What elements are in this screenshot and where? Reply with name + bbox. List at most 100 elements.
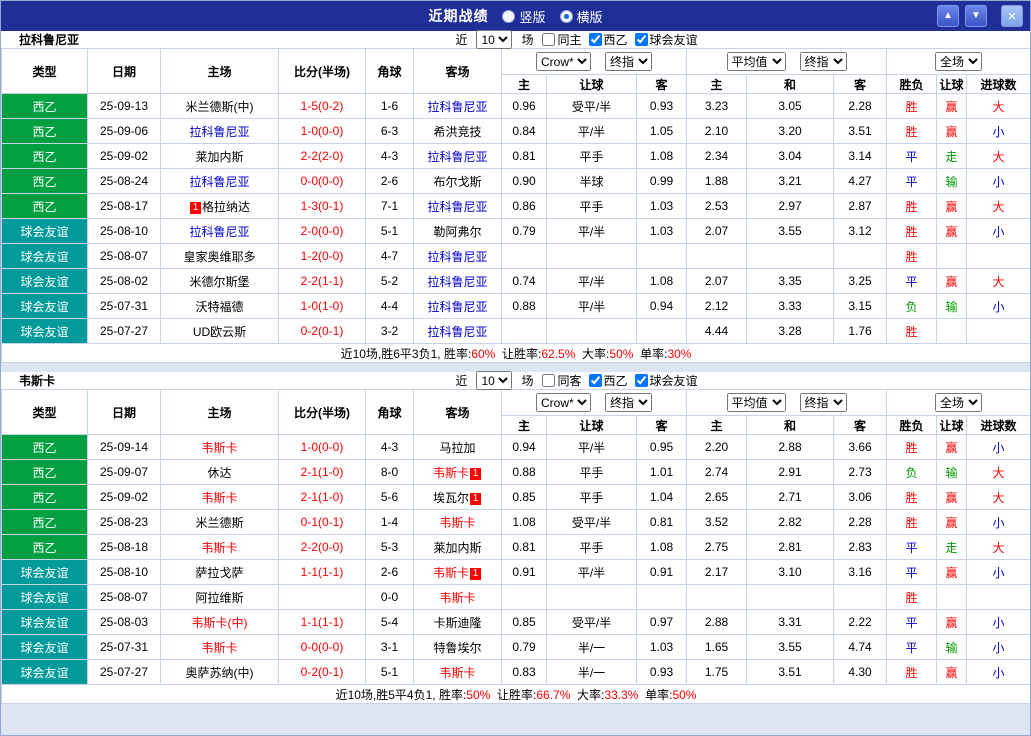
team-link[interactable]: 拉科鲁尼亚 [189, 175, 249, 189]
match-date: 25-08-18 [87, 534, 161, 560]
move-down-button[interactable]: ▼ [965, 5, 987, 27]
team-link[interactable]: 莱加内斯 [195, 150, 243, 164]
team-link[interactable]: 布尔戈斯 [433, 175, 481, 189]
odds-time-select[interactable]: 终指 [605, 393, 653, 412]
avg-odds-cell: 2.28 [833, 93, 888, 119]
odds-cell: 1.08 [635, 143, 688, 169]
team-link[interactable]: 马拉加 [439, 441, 475, 455]
same-venue-checkbox[interactable]: 同客 [542, 372, 582, 389]
layout-radio-vertical[interactable]: 竖版 [502, 7, 546, 26]
team-link[interactable]: 韦斯卡 [433, 566, 469, 580]
result-cell: 赢 [936, 218, 968, 244]
sub-header: 胜负 [886, 74, 938, 94]
team-link[interactable]: 阿拉维斯 [195, 591, 243, 605]
summary-part: 近10场,胜6平3负1, 胜率: [340, 346, 472, 361]
team-link[interactable]: 莱加内斯 [433, 541, 481, 555]
odds-cell [546, 243, 637, 269]
team-link[interactable]: 拉科鲁尼亚 [427, 200, 487, 214]
team-link[interactable]: 拉科鲁尼亚 [427, 150, 487, 164]
league-checkbox-input[interactable] [588, 374, 602, 387]
corner-cell: 3-2 [365, 318, 414, 344]
summary-part: 60% [471, 346, 496, 361]
friendly-checkbox-input[interactable] [634, 33, 648, 46]
league-checkbox[interactable]: 西乙 [588, 31, 628, 48]
match-row: 球会友谊 25-08-07 皇家奥维耶多 1-2(0-0) 4-7 拉科鲁尼亚 胜 [1, 243, 1030, 269]
league-type-badge: 西乙 [1, 534, 88, 560]
team-link[interactable]: 奥萨苏纳(中) [186, 666, 254, 680]
team-link[interactable]: 韦斯卡 [433, 466, 469, 480]
odds-company-select[interactable]: Crow* [536, 393, 592, 412]
team-link[interactable]: 韦斯卡 [439, 591, 475, 605]
layout-radio-horizontal[interactable]: 横版 [559, 7, 603, 26]
team-link[interactable]: 拉科鲁尼亚 [189, 125, 249, 139]
team-link[interactable]: 沃特福德 [195, 300, 243, 314]
corner-cell: 1-6 [365, 93, 414, 119]
period-select[interactable]: 全场 [935, 52, 983, 71]
friendly-checkbox-input[interactable] [634, 374, 648, 387]
same-venue-checkbox-input[interactable] [542, 374, 556, 387]
result-cell: 赢 [936, 559, 968, 585]
team-link[interactable]: 米德尔斯堡 [189, 275, 249, 289]
team-link[interactable]: 拉科鲁尼亚 [427, 300, 487, 314]
same-venue-checkbox-input[interactable] [542, 33, 556, 46]
team-link[interactable]: 韦斯卡 [201, 541, 237, 555]
team-link[interactable]: 韦斯卡 [201, 641, 237, 655]
team-link[interactable]: 萨拉戈萨 [195, 566, 243, 580]
odds-cell: 平/半 [546, 293, 637, 319]
team-link[interactable]: 拉科鲁尼亚 [189, 225, 249, 239]
summary-part: 单率: [633, 346, 668, 361]
odds-company-select[interactable]: Crow* [536, 52, 592, 71]
corner-cell: 5-4 [365, 609, 414, 635]
league-type-badge: 西乙 [1, 434, 88, 460]
team-link[interactable]: 米兰德斯(中) [186, 100, 254, 114]
same-venue-checkbox[interactable]: 同主 [542, 31, 582, 48]
team-link[interactable]: 韦斯卡 [201, 441, 237, 455]
odds-cell: 0.93 [635, 93, 688, 119]
col-header-corner: 角球 [365, 48, 414, 94]
away-team-cell: 特鲁埃尔 [413, 634, 502, 660]
team-link[interactable]: 拉科鲁尼亚 [427, 250, 487, 264]
team-link[interactable]: 韦斯卡 [201, 491, 237, 505]
team-link[interactable]: 卡斯迪隆 [433, 616, 481, 630]
period-select[interactable]: 全场 [935, 393, 983, 412]
home-team-cell: 米德尔斯堡 [160, 268, 279, 294]
league-checkbox-input[interactable] [588, 33, 602, 46]
match-count-select[interactable]: 10 [476, 371, 513, 390]
team-link[interactable]: 韦斯卡 [439, 516, 475, 530]
team-link[interactable]: 拉科鲁尼亚 [427, 325, 487, 339]
team-link[interactable]: 韦斯卡 [439, 666, 475, 680]
team-link[interactable]: 皇家奥维耶多 [183, 250, 255, 264]
team-link[interactable]: UD欧云斯 [193, 325, 246, 339]
league-checkbox[interactable]: 西乙 [588, 372, 628, 389]
avg-odds-cell: 2.74 [686, 459, 748, 485]
friendly-checkbox[interactable]: 球会友谊 [634, 31, 698, 48]
result-cell: 负 [886, 293, 938, 319]
team-link[interactable]: 拉科鲁尼亚 [427, 275, 487, 289]
avg-time-select[interactable]: 终指 [799, 52, 847, 71]
sub-header: 客 [635, 74, 688, 94]
avg-type-select[interactable]: 平均值 [726, 393, 786, 412]
away-team-cell: 韦斯卡 [413, 659, 502, 685]
team-link[interactable]: 米兰德斯 [195, 516, 243, 530]
summary-part: 50% [466, 687, 491, 702]
odds-cell: 0.90 [501, 168, 547, 194]
team-link[interactable]: 格拉纳达 [202, 200, 250, 214]
avg-time-select[interactable]: 终指 [799, 393, 847, 412]
friendly-checkbox[interactable]: 球会友谊 [634, 372, 698, 389]
team-link[interactable]: 休达 [207, 466, 231, 480]
avg-type-select[interactable]: 平均值 [726, 52, 786, 71]
team-link[interactable]: 勒阿弗尔 [433, 225, 481, 239]
odds-cell: 0.85 [501, 484, 547, 510]
avg-odds-cell: 1.88 [686, 168, 748, 194]
match-count-select[interactable]: 10 [476, 30, 513, 49]
team-link[interactable]: 拉科鲁尼亚 [427, 100, 487, 114]
close-button[interactable]: × [1001, 5, 1023, 27]
avg-odds-cell: 2.83 [833, 534, 888, 560]
team-link[interactable]: 希洪竞技 [433, 125, 481, 139]
home-team-cell: 米兰德斯 [160, 509, 279, 535]
team-link[interactable]: 埃瓦尔 [433, 491, 469, 505]
odds-time-select[interactable]: 终指 [605, 52, 653, 71]
team-link[interactable]: 特鲁埃尔 [433, 641, 481, 655]
move-up-button[interactable]: ▲ [937, 5, 959, 27]
team-link[interactable]: 韦斯卡(中) [192, 616, 248, 630]
